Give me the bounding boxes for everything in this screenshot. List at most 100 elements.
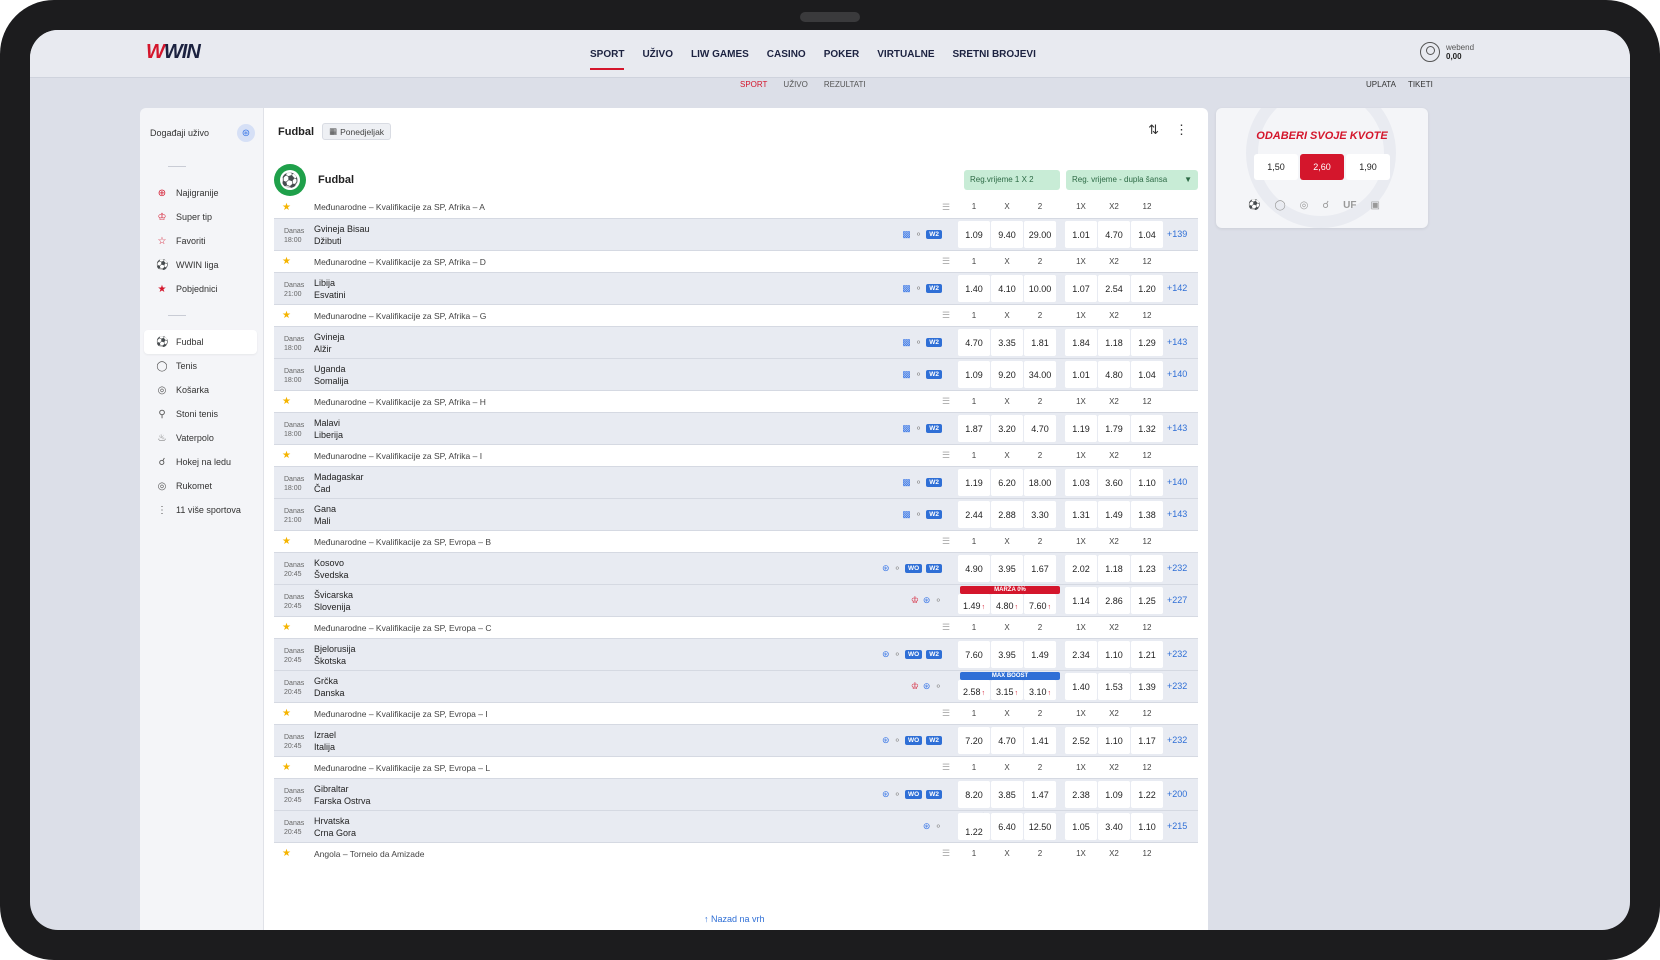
odd-button[interactable]: 1.25 [1131, 587, 1163, 614]
match-row[interactable]: Danas 18:00 Gvineja Alžir ▩ ⚬ W2 4.70 3.35 1.81 1.… [274, 326, 1198, 358]
super-tip-icon[interactable]: ♔ [911, 681, 919, 692]
odd-button[interactable]: 1.17 [1131, 727, 1163, 754]
stats-list-icon[interactable]: ☰ [942, 622, 950, 633]
more-markets-link[interactable]: +215 [1167, 821, 1187, 831]
more-markets-link[interactable]: +143 [1167, 423, 1187, 433]
basketball-icon[interactable]: ◎ [1300, 200, 1309, 211]
more-markets-link[interactable]: +232 [1167, 563, 1187, 573]
odd-button[interactable]: 1.22 [958, 813, 990, 840]
lineup-icon[interactable]: ⚬ [915, 337, 923, 348]
odd-button[interactable]: 1.32 [1131, 415, 1163, 442]
lineup-icon[interactable]: ⚬ [934, 681, 942, 692]
lineup-icon[interactable]: ⚬ [934, 595, 942, 606]
lineup-icon[interactable]: ⚬ [915, 423, 923, 434]
more-markets-link[interactable]: +200 [1167, 789, 1187, 799]
stats-list-icon[interactable]: ☰ [942, 256, 950, 267]
favorite-star-icon[interactable]: ★ [282, 396, 294, 407]
market-double-chance-selector[interactable]: Reg. vrijeme - dupla šansa ▼ [1066, 170, 1198, 190]
odd-button[interactable]: 3.35 [991, 329, 1023, 356]
widget-odd-option[interactable]: 2,60 [1300, 154, 1344, 180]
sidebar-sport-tenis[interactable]: ◯ Tenis [144, 354, 257, 378]
lineup-icon[interactable]: ⚬ [915, 369, 923, 380]
odd-button[interactable]: 1.22 [1131, 781, 1163, 808]
odd-button[interactable]: 1.31 [1065, 501, 1097, 528]
video-icon[interactable]: ▩ [902, 283, 911, 294]
match-row[interactable]: Danas 20:45 Kosovo Švedska ⊛ ⚬ WO W2 4.90 3.95 1.6… [274, 552, 1198, 584]
odd-button[interactable]: 1.05 [1065, 813, 1097, 840]
more-options-icon[interactable]: ⋮ [1175, 122, 1188, 138]
odd-button[interactable]: 2.88 [991, 501, 1023, 528]
favorite-star-icon[interactable]: ★ [282, 622, 294, 633]
collapse-icon[interactable]: ⇅ [1148, 122, 1159, 138]
nav-item-sport[interactable]: SPORT [590, 43, 625, 70]
match-teams[interactable]: Grčka Danska [314, 675, 345, 699]
match-row[interactable]: Danas 20:45 Izrael Italija ⊛ ⚬ WO W2 7.20 4.70 1.4… [274, 724, 1198, 756]
video-icon[interactable]: ▩ [902, 337, 911, 348]
sidebar-item-super-tip[interactable]: ♔ Super tip [144, 205, 257, 229]
match-row[interactable]: Danas 20:45 Grčka Danska ♔ ⊛ ⚬ MAX BOOST 2.58 ↑ 3.… [274, 670, 1198, 702]
football-icon[interactable]: ⚽ [1248, 200, 1260, 211]
odd-button[interactable]: 3.95 [991, 641, 1023, 668]
odd-button[interactable]: 1.49 [1098, 501, 1130, 528]
match-row[interactable]: Danas 18:00 Madagaskar Čad ▩ ⚬ W2 1.19 6.20 18.00… [274, 466, 1198, 498]
odd-button[interactable]: 3.15 ↑ [991, 680, 1023, 700]
sidebar-sport-stoni-tenis[interactable]: ⚲ Stoni tenis [144, 402, 257, 426]
odd-button[interactable]: 4.80 [1098, 361, 1130, 388]
video-icon[interactable]: ▩ [902, 369, 911, 380]
odd-button[interactable]: 9.20 [991, 361, 1023, 388]
odd-button[interactable]: 3.20 [991, 415, 1023, 442]
live-stream-icon[interactable]: ⊛ [882, 789, 890, 800]
odd-button[interactable]: 1.49 [1024, 641, 1056, 668]
live-stream-icon[interactable]: ⊛ [923, 681, 931, 692]
match-teams[interactable]: Uganda Somalija [314, 363, 349, 387]
odd-button[interactable]: 1.19 [958, 469, 990, 496]
odd-button[interactable]: 1.21 [1131, 641, 1163, 668]
odd-button[interactable]: 1.67 [1024, 555, 1056, 582]
match-row[interactable]: Danas 18:00 Uganda Somalija ▩ ⚬ W2 1.09 9.20 34.0… [274, 358, 1198, 390]
day-filter[interactable]: ▦ Ponedjeljak [322, 123, 392, 140]
odd-button[interactable]: 2.52 [1065, 727, 1097, 754]
more-markets-link[interactable]: +142 [1167, 283, 1187, 293]
favorite-star-icon[interactable]: ★ [282, 848, 294, 859]
odd-button[interactable]: 1.09 [958, 221, 990, 248]
match-row[interactable]: Danas 18:00 Gvineja Bisau Džibuti ▩ ⚬ W2 1.09 9.… [274, 218, 1198, 250]
favorite-star-icon[interactable]: ★ [282, 202, 294, 213]
live-stream-icon[interactable]: ⊛ [923, 595, 931, 606]
lineup-icon[interactable]: ⚬ [915, 477, 923, 488]
super-tip-icon[interactable]: ♔ [911, 595, 919, 606]
odd-button[interactable]: 1.29 [1131, 329, 1163, 356]
odd-button[interactable]: 8.20 [958, 781, 990, 808]
video-icon[interactable]: ▩ [902, 423, 911, 434]
sidebar-item-favoriti[interactable]: ☆ Favoriti [144, 229, 257, 253]
tennis-icon[interactable]: ◯ [1274, 200, 1285, 211]
live-stream-icon[interactable]: ⊛ [882, 563, 890, 574]
odd-button[interactable]: 6.40 [991, 813, 1023, 840]
odd-button[interactable]: 4.10 [991, 275, 1023, 302]
ufc-icon[interactable]: UF [1343, 200, 1356, 211]
stats-list-icon[interactable]: ☰ [942, 762, 950, 773]
odd-button[interactable]: 12.50 [1024, 813, 1056, 840]
sidebar-sport-košarka[interactable]: ◎ Košarka [144, 378, 257, 402]
match-teams[interactable]: Malavi Liberija [314, 417, 343, 441]
subnav-item-sport[interactable]: SPORT [740, 80, 767, 89]
match-row[interactable]: Danas 20:45 Gibraltar Farska Ostrva ⊛ ⚬ WO W2 8.… [274, 778, 1198, 810]
odd-button[interactable]: 1.79 [1098, 415, 1130, 442]
video-icon[interactable]: ▩ [902, 509, 911, 520]
subnav-item-rezultati[interactable]: REZULTATI [824, 80, 866, 89]
match-teams[interactable]: Hrvatska Crna Gora [314, 815, 356, 839]
match-row[interactable]: Danas 21:00 Libija Esvatini ▩ ⚬ W2 1.40 4.10 10.0… [274, 272, 1198, 304]
odd-button[interactable]: 1.04 [1131, 221, 1163, 248]
sidebar-sport-rukomet[interactable]: ◎ Rukomet [144, 474, 257, 498]
odd-button[interactable]: 4.70 [991, 727, 1023, 754]
nav-item-poker[interactable]: POKER [824, 43, 860, 66]
odd-button[interactable]: 1.10 [1131, 813, 1163, 840]
match-row[interactable]: Danas 20:45 Švicarska Slovenija ♔ ⊛ ⚬ MARŽA 0% 1… [274, 584, 1198, 616]
odd-button[interactable]: 2.54 [1098, 275, 1130, 302]
more-markets-link[interactable]: +139 [1167, 229, 1187, 239]
sidebar-sport-fudbal[interactable]: ⚽ Fudbal [144, 330, 257, 354]
match-row[interactable]: Danas 18:00 Malavi Liberija ▩ ⚬ W2 1.87 3.20 4.70… [274, 412, 1198, 444]
wwin-logo[interactable]: WWIN [146, 41, 201, 64]
match-teams[interactable]: Madagaskar Čad [314, 471, 364, 495]
lineup-icon[interactable]: ⚬ [894, 735, 902, 746]
odd-button[interactable]: 7.20 [958, 727, 990, 754]
